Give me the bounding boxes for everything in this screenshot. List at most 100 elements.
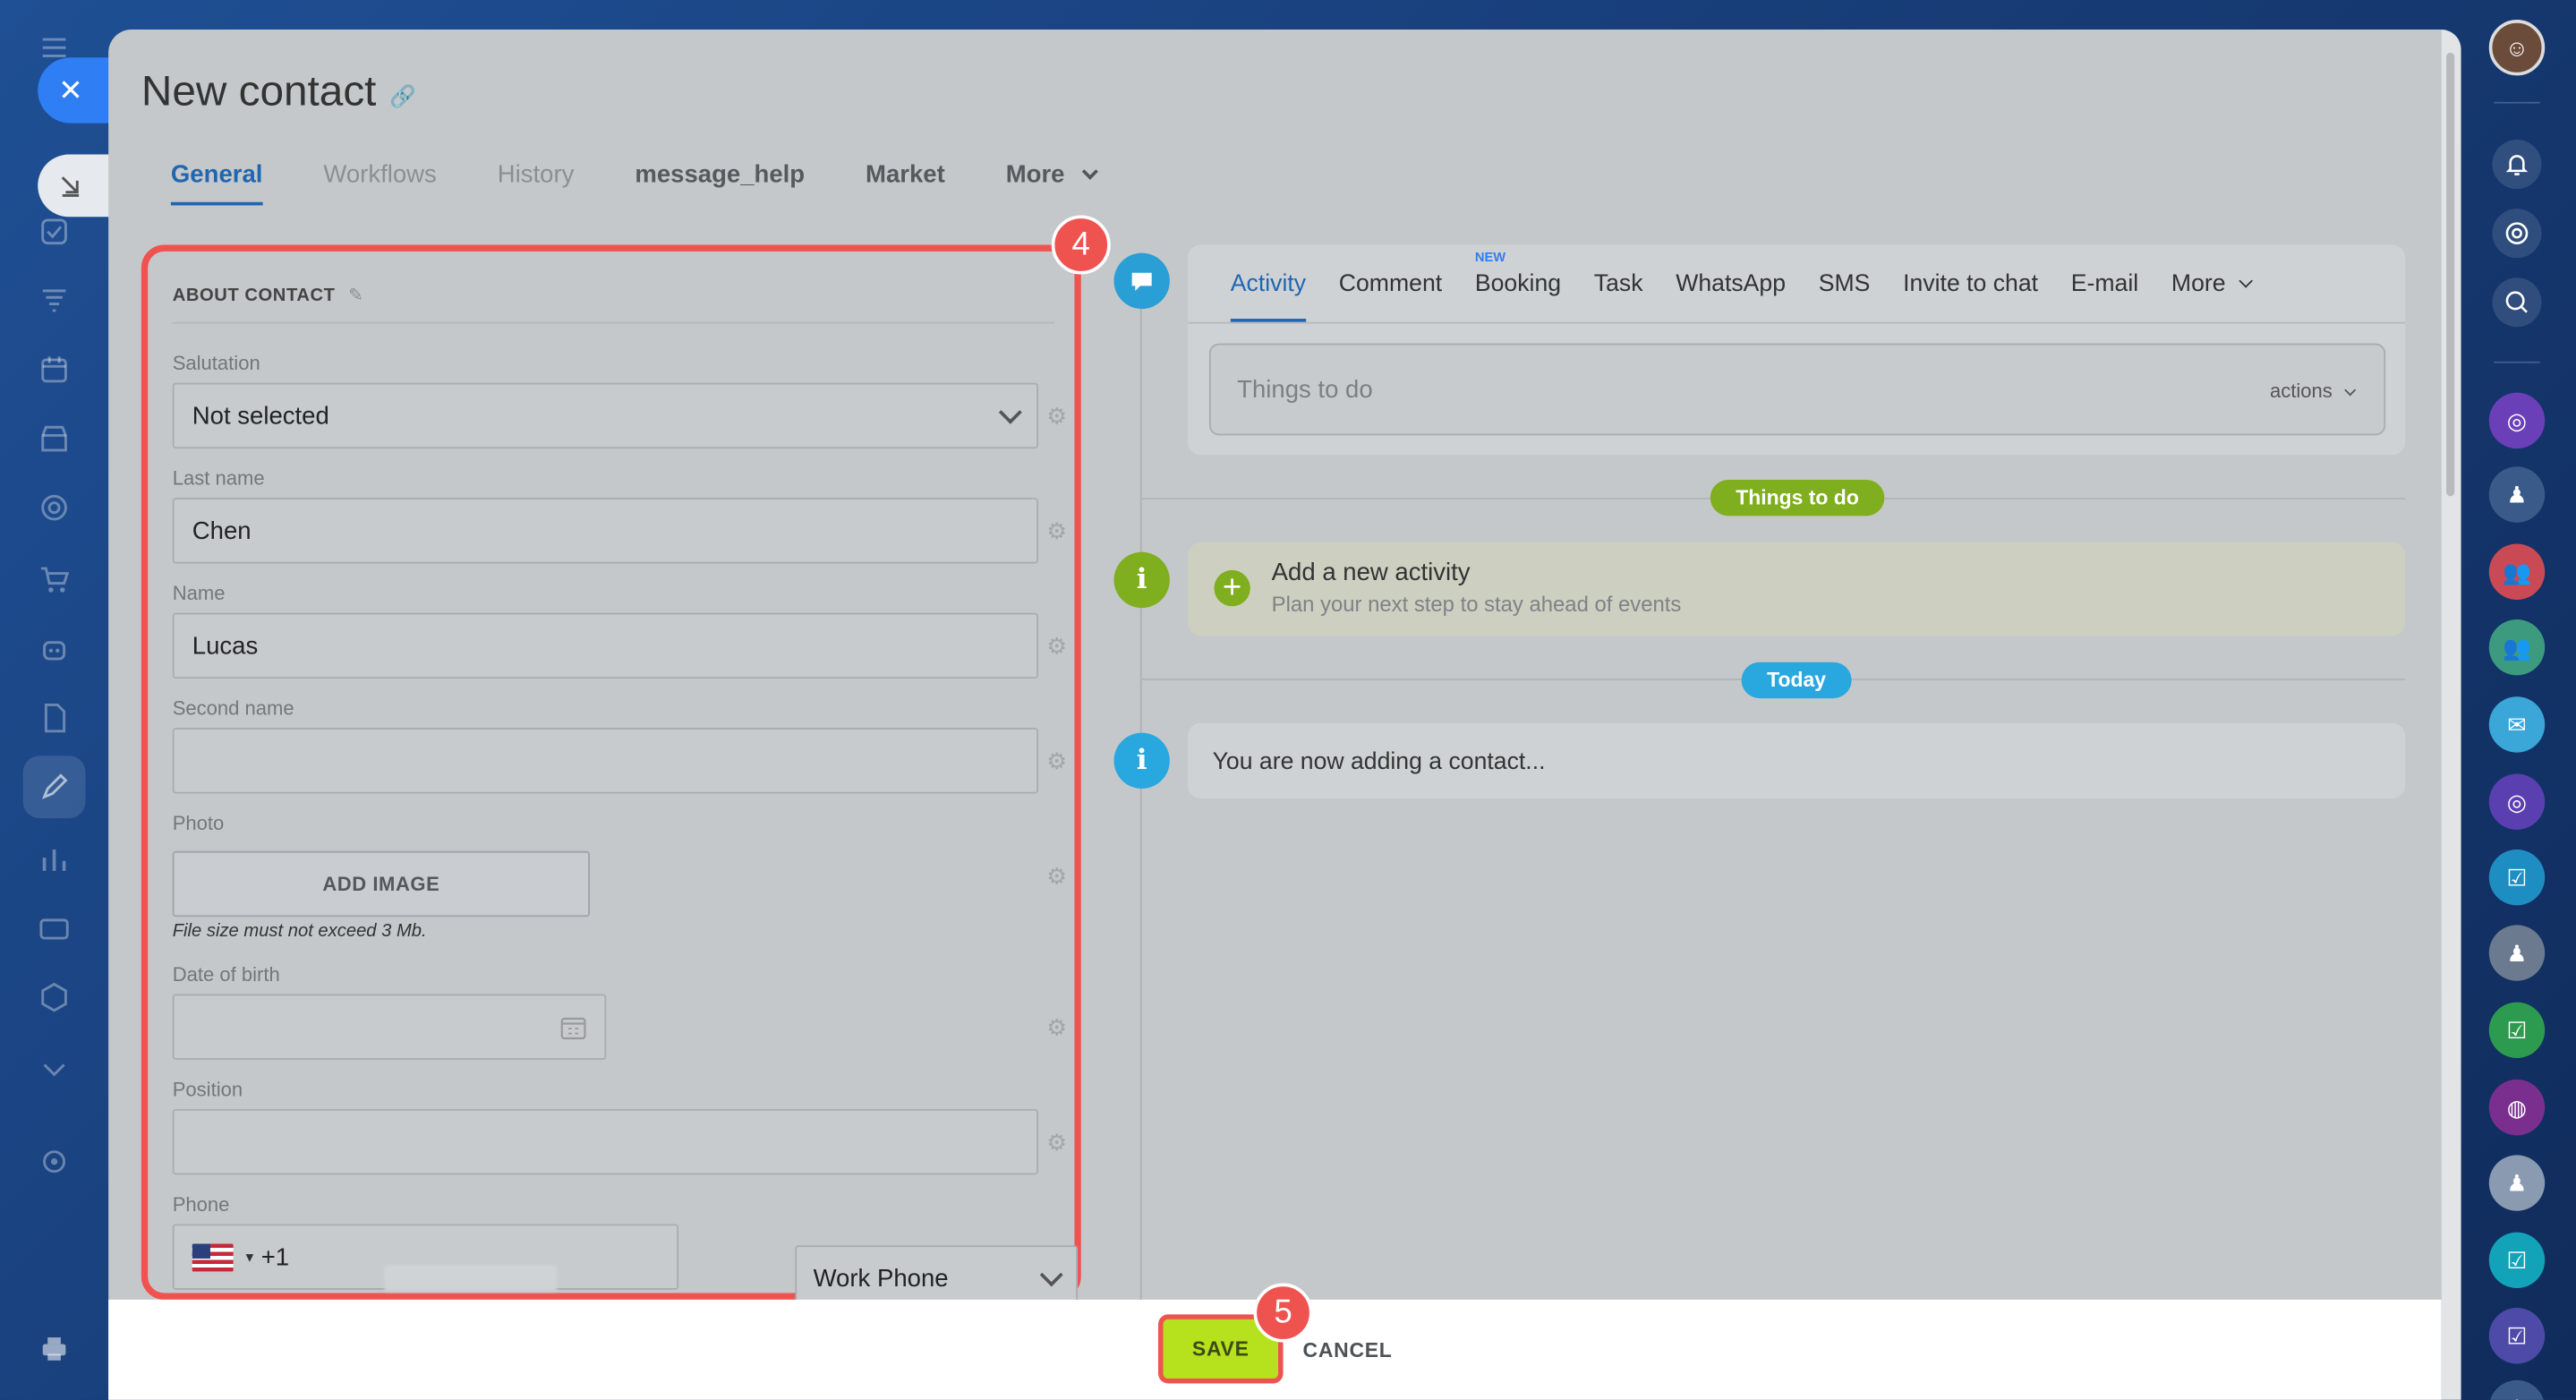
cart-icon[interactable]	[36, 562, 72, 598]
scrollbar-thumb[interactable]	[2446, 52, 2455, 497]
field-settings-gear-icon[interactable]: ⚙	[1046, 519, 1070, 542]
salutation-label: Salutation	[172, 351, 260, 375]
task-chat-icon[interactable]: ☑	[2488, 1002, 2546, 1059]
cancel-button[interactable]: CANCEL	[1303, 1339, 1393, 1362]
printer-icon[interactable]	[36, 1331, 72, 1367]
salutation-value: Not selected	[192, 401, 329, 430]
box-icon[interactable]	[36, 979, 72, 1015]
actions-dropdown[interactable]: actions	[2269, 380, 2357, 403]
step-badge: 4	[1051, 215, 1111, 275]
field-settings-gear-icon[interactable]: ⚙	[1046, 1131, 1070, 1154]
tab-booking[interactable]: NEW Booking	[1475, 250, 1561, 297]
user-avatar[interactable]: ☺	[2488, 20, 2546, 76]
card-icon[interactable]	[36, 910, 72, 946]
tab-history[interactable]: History	[498, 161, 575, 210]
plus-icon: +	[1214, 569, 1250, 607]
contact-avatar[interactable]: ♟	[2488, 1155, 2546, 1211]
filter-icon[interactable]	[36, 283, 72, 319]
field-settings-gear-icon[interactable]: ⚙	[1046, 749, 1070, 773]
chat-channel-icon[interactable]: ◎	[2488, 773, 2546, 830]
chevron-down-icon	[1039, 1262, 1063, 1286]
adding-contact-message: You are now adding a contact...	[1188, 722, 2406, 799]
salutation-select[interactable]: Not selected	[172, 382, 1039, 449]
field-settings-gear-icon[interactable]: ⚙	[1046, 405, 1070, 428]
copy-link-icon[interactable]: 🔗	[389, 84, 416, 110]
second-name-input[interactable]	[172, 728, 1039, 794]
calendar-icon[interactable]	[560, 1014, 586, 1039]
close-slider-button[interactable]: ✕	[38, 57, 110, 124]
us-flag-icon[interactable]	[192, 1242, 234, 1271]
tab-more-label: More	[1005, 160, 1065, 190]
section-title-text: ABOUT CONTACT	[172, 286, 336, 306]
name-label: Name	[172, 581, 226, 605]
add-image-button[interactable]: ADD IMAGE	[172, 850, 590, 918]
photo-label: Photo	[172, 811, 225, 835]
field-settings-gear-icon[interactable]: ⚙	[1046, 1015, 1070, 1038]
search-chat-icon[interactable]	[2492, 277, 2542, 328]
date-of-birth-label: Date of birth	[172, 962, 280, 986]
chevron-down-icon	[2238, 274, 2253, 288]
target-icon[interactable]	[36, 490, 72, 525]
section-title: ABOUT CONTACT ✎	[172, 285, 364, 306]
edit-pencil-icon[interactable]: ✎	[348, 286, 363, 305]
analytics-icon[interactable]	[36, 841, 72, 877]
contact-avatar[interactable]: ♟	[2488, 466, 2546, 523]
info-icon: i	[1113, 732, 1170, 790]
field-settings-gear-icon[interactable]: ⚙	[1046, 864, 1070, 887]
contacts-edit-icon[interactable]	[36, 769, 72, 805]
name-input[interactable]: Lucas	[172, 612, 1039, 679]
country-dropdown-caret-icon[interactable]: ▼	[243, 1250, 257, 1265]
last-name-input[interactable]: Chen	[172, 498, 1039, 564]
activity-tabs: Activity Comment NEW Booking Task WhatsAp…	[1230, 250, 2283, 322]
step-badge: 5	[1253, 1283, 1313, 1343]
tab-comment[interactable]: Comment	[1339, 271, 1442, 297]
position-input[interactable]	[172, 1108, 1039, 1175]
chat-channel-icon[interactable]: ◎	[2488, 392, 2546, 449]
chevron-down-icon[interactable]	[36, 1052, 72, 1088]
page-title: New contact	[141, 65, 377, 115]
scrollbar[interactable]	[2441, 30, 2461, 1400]
contact-avatar[interactable]: ♟	[2488, 925, 2546, 981]
actions-label: actions	[2269, 380, 2333, 403]
tab-task[interactable]: Task	[1594, 271, 1643, 297]
tab-message-help[interactable]: message_help	[635, 161, 805, 210]
robot-icon[interactable]	[36, 631, 72, 667]
group-chat-icon[interactable]: 👥	[2488, 543, 2546, 600]
task-chat-icon[interactable]: ☑	[2488, 1232, 2546, 1289]
phone-label: Phone	[172, 1192, 230, 1216]
last-name-label: Last name	[172, 466, 265, 490]
document-icon[interactable]	[36, 700, 72, 736]
things-to-do-placeholder: Things to do	[1237, 376, 1373, 405]
tab-market[interactable]: Market	[866, 161, 945, 210]
comment-bubble-icon	[1113, 252, 1170, 310]
things-to-do-input[interactable]: Things to do actions	[1208, 343, 2386, 436]
tab-activity[interactable]: Activity	[1230, 271, 1306, 322]
minimize-slider-button[interactable]	[38, 154, 110, 218]
checklist-icon[interactable]	[36, 214, 72, 250]
tab-sms[interactable]: SMS	[1819, 271, 1871, 297]
goals-target-icon[interactable]	[2492, 209, 2542, 259]
contact-avatar[interactable]: ♟	[2488, 1379, 2546, 1400]
field-settings-gear-icon[interactable]: ⚙	[1046, 635, 1070, 658]
fingerprint-icon[interactable]: ◍	[2488, 1079, 2546, 1136]
tab-whatsapp[interactable]: WhatsApp	[1676, 271, 1786, 297]
store-icon[interactable]	[36, 421, 72, 457]
add-new-activity[interactable]: + Add a new activity Plan your next step…	[1188, 542, 2406, 636]
task-chat-icon[interactable]: ☑	[2488, 1308, 2546, 1364]
tab-email[interactable]: E-mail	[2071, 271, 2138, 297]
right-sidebar: ☺ ◎ ♟ 👥 👥 ✉ ◎ ☑ ♟ ☑ ◍ ♟ ☑ ☑ ♟	[2461, 0, 2576, 1400]
tab-workflows[interactable]: Workflows	[323, 161, 436, 210]
messages-icon[interactable]: ✉	[2488, 696, 2546, 753]
date-of-birth-input[interactable]	[172, 994, 607, 1060]
tab-general[interactable]: General	[170, 161, 262, 210]
group-chat-icon[interactable]: 👥	[2488, 619, 2546, 676]
tab-more[interactable]: More	[1005, 160, 1099, 210]
task-chat-icon[interactable]: ☑	[2488, 849, 2546, 906]
calendar-icon[interactable]	[36, 352, 72, 388]
settings-icon[interactable]	[36, 1144, 72, 1180]
tab-invite-to-chat[interactable]: Invite to chat	[1903, 271, 2038, 297]
notifications-bell-icon[interactable]	[2492, 140, 2542, 190]
sidebar-divider	[2494, 101, 2540, 104]
divider	[1188, 321, 2406, 324]
tab-more-activity[interactable]: More	[2171, 271, 2253, 297]
